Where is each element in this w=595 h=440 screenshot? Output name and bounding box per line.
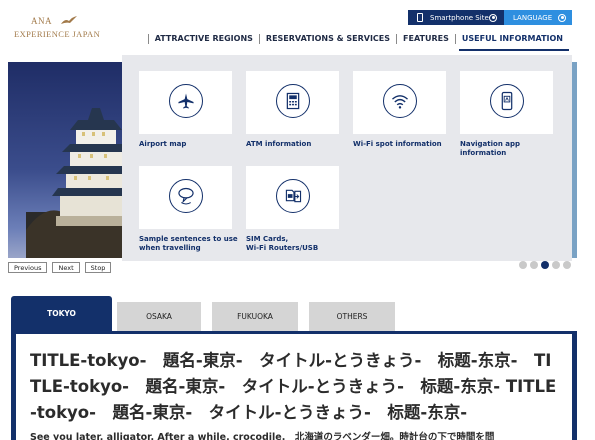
card-label: SIM Cards, Wi-Fi Routers/USB	[246, 235, 319, 252]
stop-button[interactable]: Stop	[84, 262, 112, 273]
card-icon-box	[460, 71, 553, 134]
circle-arrow-icon	[558, 13, 566, 22]
atm-icon	[276, 84, 310, 118]
slide-dot[interactable]	[552, 261, 560, 269]
language-button[interactable]: LANGUAGE	[504, 10, 572, 25]
slider-controls: Previous Next Stop	[8, 262, 112, 273]
smartphone-site-label: Smartphone Site	[430, 13, 489, 22]
card-label: ATM information	[246, 140, 312, 148]
tab-panel-title: TITLE-tokyo- 題名-東京- タイトル-とうきょう- 标题-东京- T…	[30, 351, 557, 422]
nav-useful-information[interactable]: USEFUL INFORMATION	[454, 34, 569, 44]
useful-information-dropdown: Airport map ATM information Wi-Fi spot i…	[122, 55, 572, 261]
card-label: Sample sentences to use when travelling	[139, 235, 238, 252]
smartphone-site-button[interactable]: Smartphone Site	[408, 10, 504, 25]
osaka-castle-image	[26, 108, 131, 258]
tab-tokyo[interactable]: TOKYO	[11, 296, 112, 331]
previous-button[interactable]: Previous	[8, 262, 48, 273]
slider-pagination	[519, 261, 571, 269]
nav-reservations-services[interactable]: RESERVATIONS & SERVICES	[258, 34, 396, 44]
logo-line-2: EXPERIENCE JAPAN	[14, 29, 101, 39]
slide-dot[interactable]	[563, 261, 571, 269]
card-atm-information[interactable]: ATM information	[246, 71, 346, 149]
tab-panel: TITLE-tokyo- 題名-東京- タイトル-とうきょう- 标题-东京- T…	[11, 331, 577, 440]
card-label: Airport map	[139, 140, 187, 148]
tab-fukuoka[interactable]: FUKUOKA	[212, 302, 298, 331]
city-tabs: TOKYO OSAKA FUKUOKA OTHERS	[11, 296, 577, 331]
card-icon-box	[246, 166, 339, 229]
tab-osaka[interactable]: OSAKA	[117, 302, 201, 331]
card-navigation-app-information[interactable]: Navigation app information	[460, 71, 560, 158]
card-icon-box	[353, 71, 446, 134]
navigation-app-icon	[490, 84, 524, 118]
slide-dot[interactable]	[519, 261, 527, 269]
card-icon-box	[246, 71, 339, 134]
card-airport-map[interactable]: Airport map	[139, 71, 239, 149]
card-icon-box	[139, 71, 232, 134]
airplane-icon	[169, 84, 203, 118]
nav-active-indicator	[459, 49, 569, 51]
card-sample-sentences[interactable]: Sample sentences to use when travelling	[139, 166, 239, 253]
speech-bubble-icon	[169, 179, 203, 213]
main-nav: ATTRACTIVE REGIONS RESERVATIONS & SERVIC…	[147, 33, 569, 51]
tab-panel-inner: TITLE-tokyo- 題名-東京- タイトル-とうきょう- 标题-东京- T…	[16, 334, 572, 440]
sim-card-icon	[276, 179, 310, 213]
tab-others[interactable]: OTHERS	[309, 302, 395, 331]
nav-features[interactable]: FEATURES	[396, 34, 455, 44]
logo-line-1: ANA	[31, 16, 52, 26]
ana-experience-japan-logo[interactable]: ANA EXPERIENCE JAPAN	[14, 14, 100, 46]
tab-panel-body: See you later, alligator. After a while,…	[30, 432, 495, 440]
nav-attractive-regions[interactable]: ATTRACTIVE REGIONS	[147, 34, 259, 44]
card-label: Wi-Fi spot information	[353, 140, 442, 148]
slide-dot-active[interactable]	[541, 261, 549, 269]
card-wifi-spot-information[interactable]: Wi-Fi spot information	[353, 71, 453, 149]
circle-arrow-icon	[489, 13, 497, 22]
card-label: Navigation app information	[460, 140, 520, 157]
card-icon-box	[139, 166, 232, 229]
slide-dot[interactable]	[530, 261, 538, 269]
language-label: LANGUAGE	[513, 13, 553, 22]
card-sim-cards-wifi-routers[interactable]: SIM Cards, Wi-Fi Routers/USB	[246, 166, 346, 253]
crane-logo-icon	[61, 16, 77, 24]
utility-bar: Smartphone Site LANGUAGE	[408, 10, 572, 25]
smartphone-icon	[417, 13, 423, 22]
wifi-icon	[383, 84, 417, 118]
next-button[interactable]: Next	[52, 262, 80, 273]
